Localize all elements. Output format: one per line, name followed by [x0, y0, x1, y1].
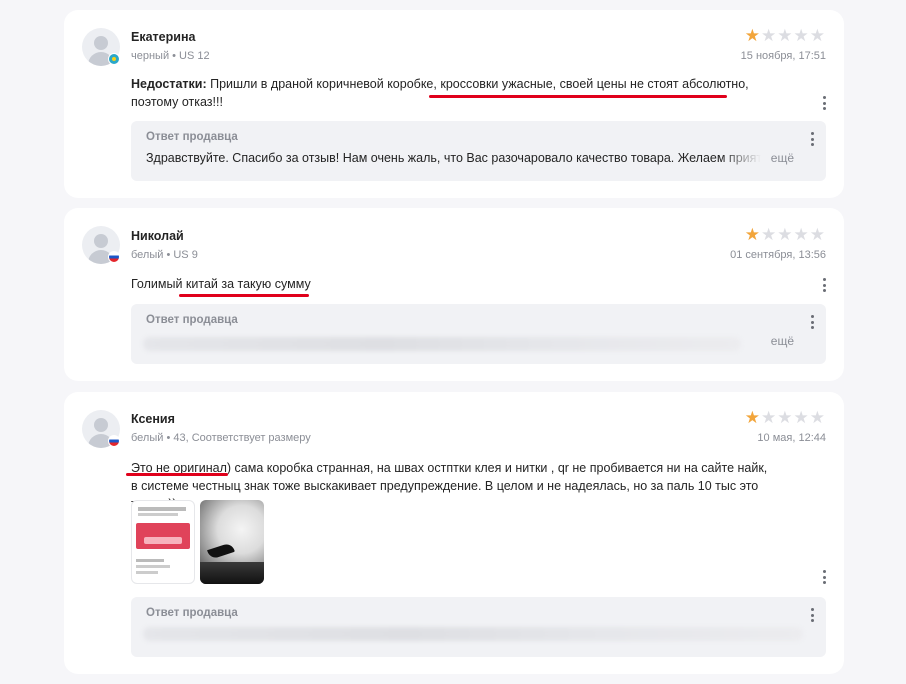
- seller-reply-title: Ответ продавца: [146, 607, 238, 619]
- highlight-underline: [429, 95, 727, 98]
- review-meta: белый • 43, Соответствует размеру: [131, 432, 311, 444]
- review-date: 10 мая, 12:44: [757, 432, 826, 444]
- star-icon: ★: [793, 408, 810, 427]
- review-card: Екатерина черный • US 12 ★★★★★ 15 ноября…: [64, 10, 844, 198]
- star-icon: ★: [793, 225, 810, 244]
- seller-reply: Ответ продавца Здравствуйте. Спасибо за …: [131, 121, 826, 181]
- star-icon: ★: [809, 26, 826, 45]
- review-text-part: Голимый: [131, 277, 186, 291]
- seller-reply-title: Ответ продавца: [146, 131, 238, 143]
- review-date: 15 ноября, 17:51: [740, 50, 826, 62]
- highlight-underline: [126, 473, 228, 476]
- rating-stars: ★★★★★: [745, 226, 826, 243]
- kebab-icon[interactable]: [808, 314, 816, 330]
- review-meta: белый • US 9: [131, 249, 198, 261]
- star-icon: ★: [777, 408, 794, 427]
- review-date: 01 сентября, 13:56: [730, 249, 826, 261]
- star-icon: ★: [777, 225, 794, 244]
- highlight-underline: [179, 294, 309, 297]
- show-more-link[interactable]: ещё: [771, 151, 794, 165]
- review-text-part: Пришли в драной коричневой коробке,: [206, 77, 441, 91]
- star-icon: ★: [809, 225, 826, 244]
- reviewer-name: Екатерина: [131, 30, 196, 44]
- kebab-icon[interactable]: [808, 607, 816, 623]
- kebab-icon[interactable]: [808, 131, 816, 147]
- seller-reply-blurred: [143, 627, 803, 641]
- flag-ru-icon: [108, 435, 120, 447]
- seller-reply-text: Здравствуйте. Спасибо за отзыв! Нам очен…: [146, 151, 761, 165]
- review-text: Голимый китай за такую сумму: [131, 275, 791, 293]
- star-icon: ★: [744, 225, 761, 244]
- rating-stars: ★★★★★: [745, 27, 826, 44]
- review-card: Николай белый • US 9 ★★★★★ 01 сентября, …: [64, 208, 844, 381]
- kebab-icon[interactable]: [820, 277, 828, 293]
- star-icon: ★: [793, 26, 810, 45]
- reviewer-name: Ксения: [131, 412, 175, 426]
- review-card: Ксения белый • 43, Соответствует размеру…: [64, 392, 844, 674]
- review-text-highlight: кроссовки ужасные, своей цены не стоят а…: [440, 77, 746, 91]
- review-photo-thumbnail[interactable]: [131, 500, 195, 584]
- review-text-highlight: китай за такую сумму: [185, 277, 311, 291]
- kebab-icon[interactable]: [820, 569, 828, 585]
- review-photo-thumbnail[interactable]: [200, 500, 264, 584]
- seller-reply-blurred: [143, 337, 741, 351]
- kebab-icon[interactable]: [820, 95, 828, 111]
- show-more-link[interactable]: ещё: [771, 334, 794, 348]
- review-text-label: Недостатки:: [131, 77, 207, 91]
- star-icon: ★: [761, 225, 778, 244]
- star-icon: ★: [809, 408, 826, 427]
- seller-reply: Ответ продавца: [131, 597, 826, 657]
- rating-stars: ★★★★★: [745, 409, 826, 426]
- seller-reply: Ответ продавца ещё: [131, 304, 826, 364]
- flag-ru-icon: [108, 251, 120, 263]
- review-text: Недостатки: Пришли в драной коричневой к…: [131, 75, 791, 111]
- flag-kz-icon: [108, 53, 120, 65]
- star-icon: ★: [761, 26, 778, 45]
- star-icon: ★: [761, 408, 778, 427]
- star-icon: ★: [777, 26, 794, 45]
- review-meta: черный • US 12: [131, 50, 210, 62]
- star-icon: ★: [744, 408, 761, 427]
- seller-reply-title: Ответ продавца: [146, 314, 238, 326]
- reviewer-name: Николай: [131, 229, 184, 243]
- star-icon: ★: [744, 26, 761, 45]
